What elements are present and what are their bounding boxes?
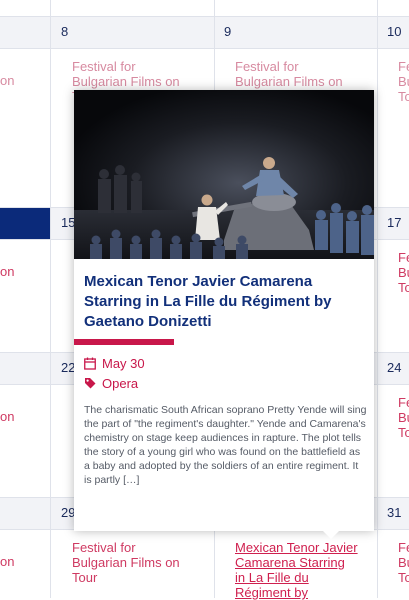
grid-line xyxy=(377,0,378,598)
event-title[interactable]: Mexican Tenor Javier Camarena Starring i… xyxy=(84,272,368,332)
event-mexican-tenor-link[interactable]: Mexican Tenor Javier Camarena Starring i… xyxy=(235,540,358,600)
event-fragment[interactable]: Fe Bu To xyxy=(398,59,409,104)
day-number[interactable]: 24 xyxy=(387,360,401,375)
event-fragment[interactable]: Fe Bu To xyxy=(398,540,409,585)
popup-pointer xyxy=(323,531,339,539)
day-number[interactable]: 9 xyxy=(224,24,231,39)
event-fragment[interactable]: Fe Bu To xyxy=(398,395,409,440)
calendar-icon xyxy=(84,357,96,370)
event-date-text: May 30 xyxy=(102,356,145,371)
event-category-text[interactable]: Opera xyxy=(102,376,138,391)
tag-icon xyxy=(85,378,96,389)
event-popup[interactable]: Mexican Tenor Javier Camarena Starring i… xyxy=(74,90,374,531)
event-fragment[interactable]: on xyxy=(0,264,14,279)
event-fragment[interactable]: Fe Bu To xyxy=(398,250,409,295)
day-number[interactable]: 17 xyxy=(387,215,401,230)
event-festival-bulgarian-films[interactable]: Festival for Bulgarian Films on Tour xyxy=(72,540,180,585)
day-number[interactable]: 10 xyxy=(387,24,401,39)
grid-line xyxy=(50,0,51,598)
event-fragment[interactable]: on xyxy=(0,554,14,569)
accent-bar xyxy=(74,339,174,345)
event-photo xyxy=(74,90,374,259)
event-description: The charismatic South African soprano Pr… xyxy=(84,404,367,486)
event-fragment[interactable]: on xyxy=(0,409,14,424)
grid-line xyxy=(0,16,409,17)
day-number[interactable]: 31 xyxy=(387,505,401,520)
day-number[interactable]: 8 xyxy=(61,24,68,39)
grid-line xyxy=(0,48,409,49)
event-fragment[interactable]: on xyxy=(0,73,14,88)
selected-day-highlight xyxy=(0,207,50,239)
